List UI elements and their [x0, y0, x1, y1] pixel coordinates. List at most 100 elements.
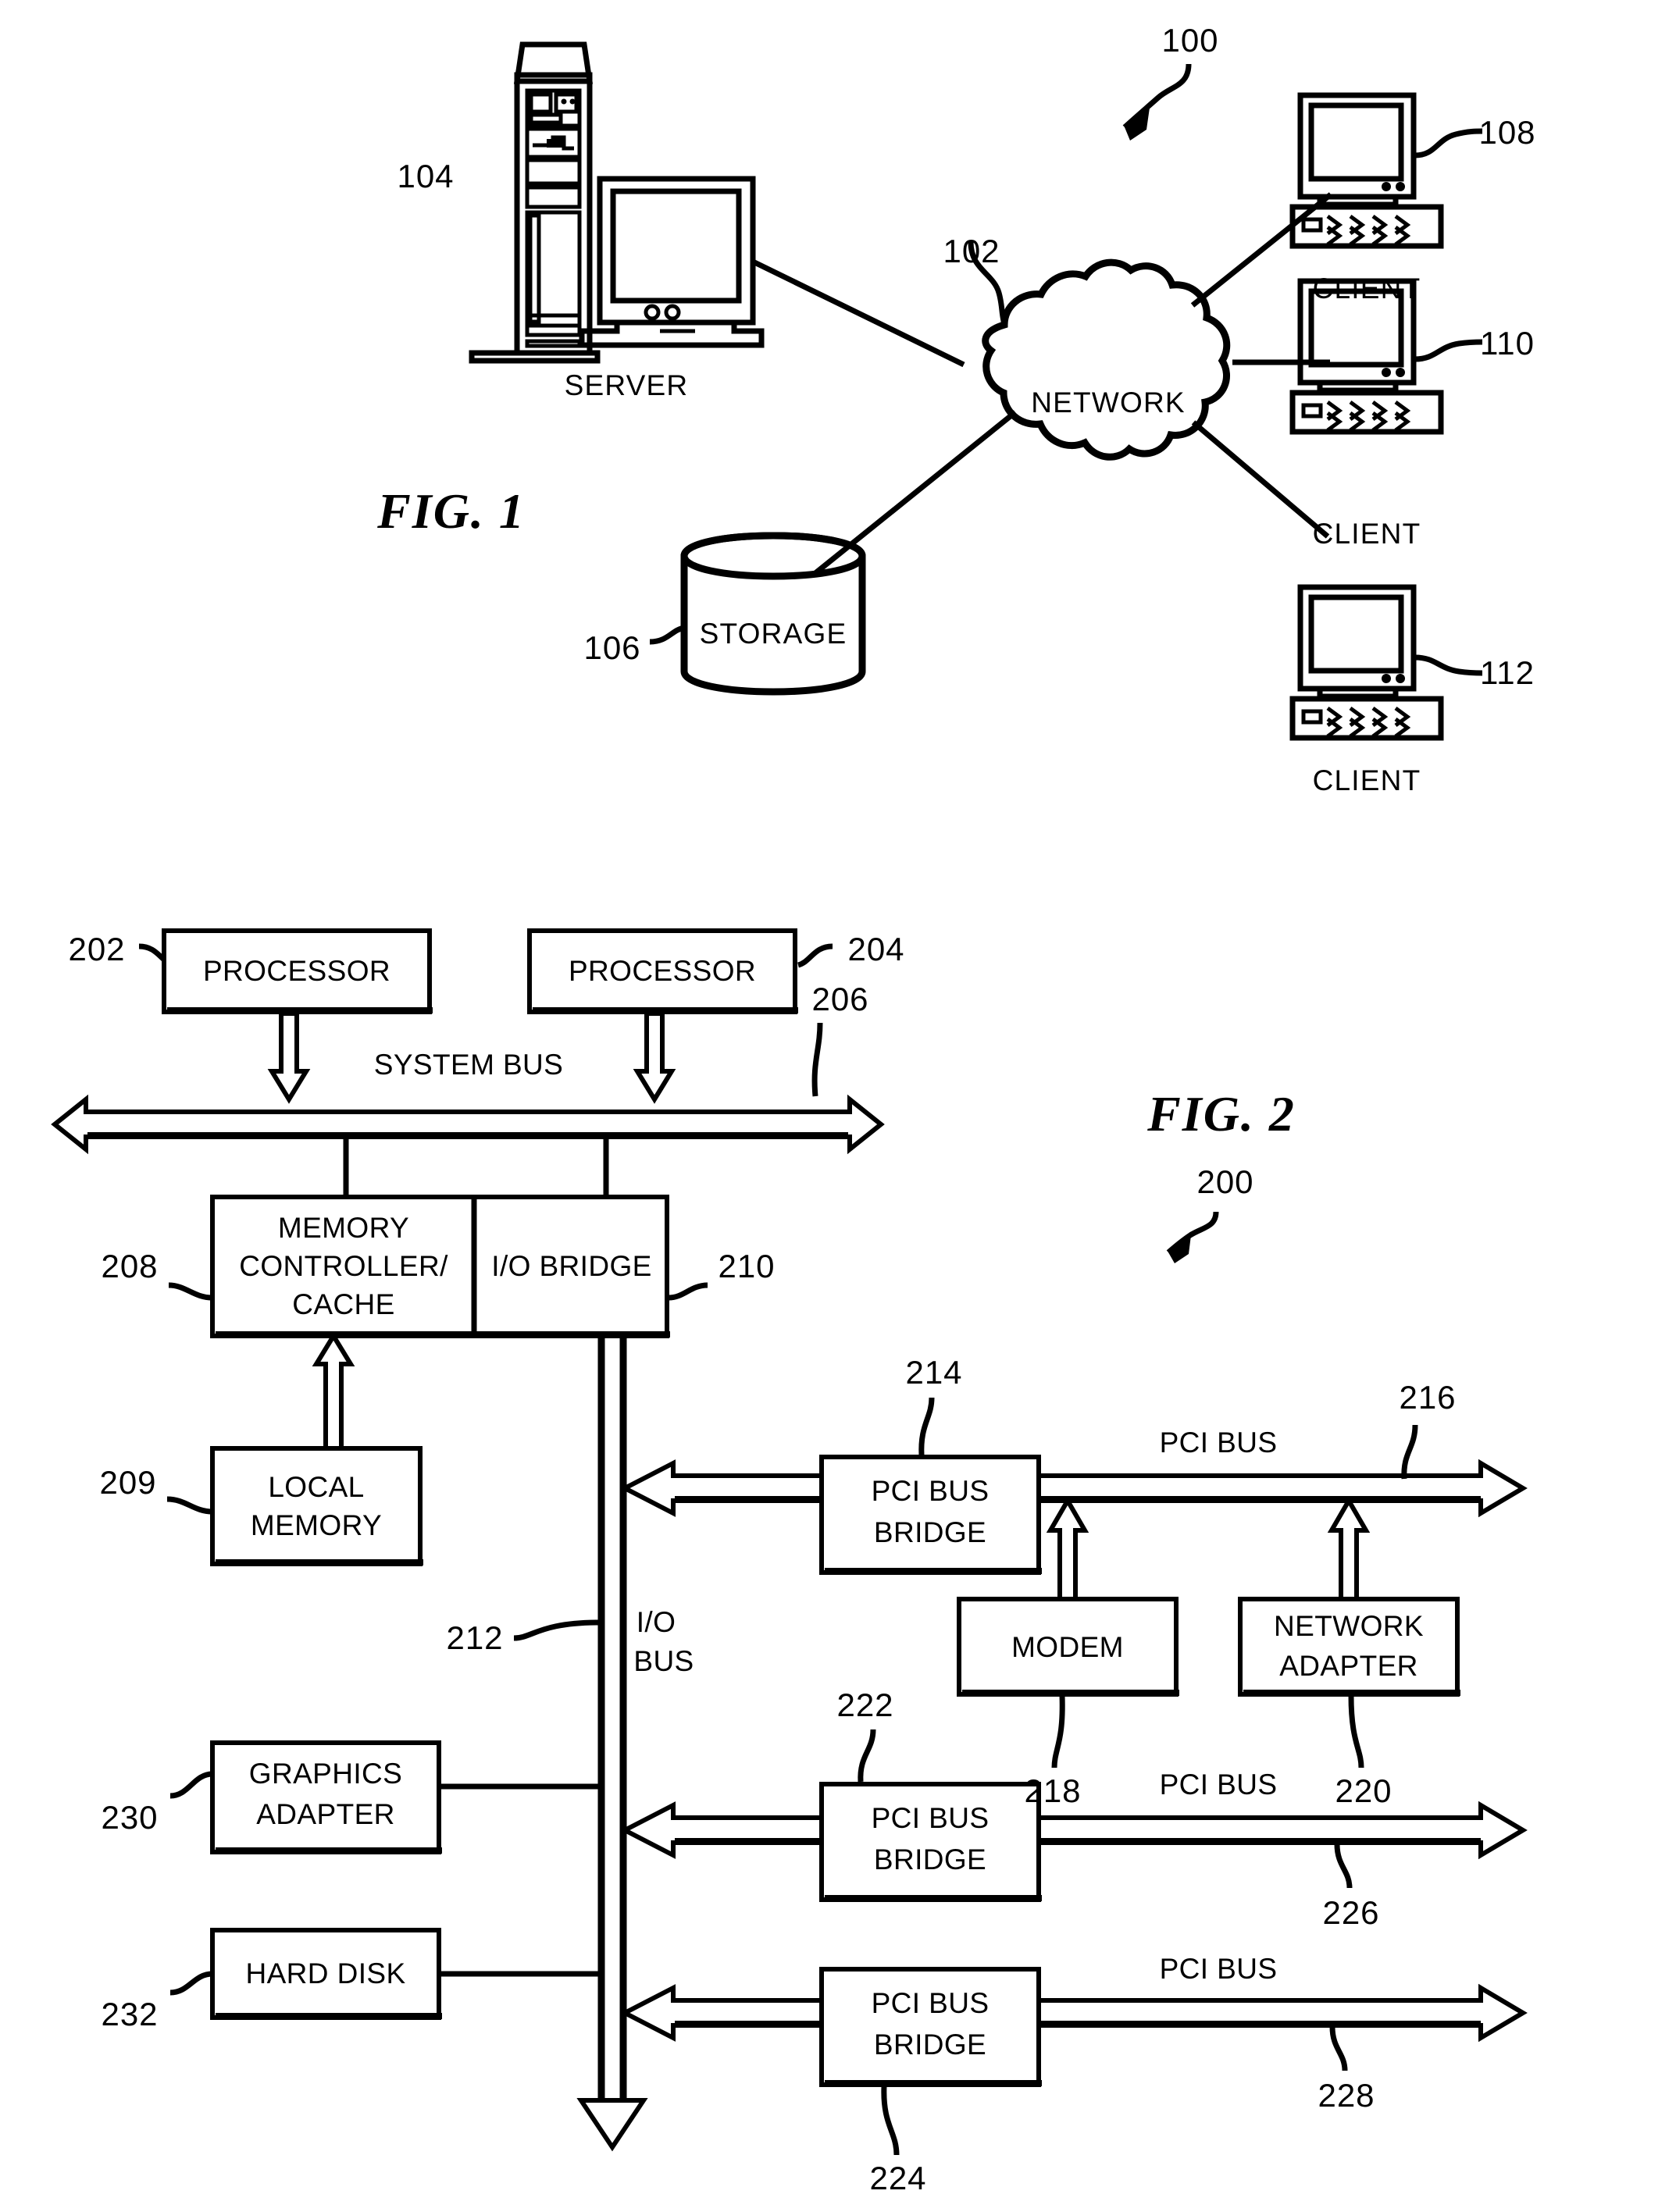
ref-108-leader: [1414, 128, 1483, 159]
link-network-storage: [813, 410, 1018, 575]
ref-110-leader: [1414, 339, 1483, 362]
pci-bridge-1-box-shadow: [825, 1568, 1042, 1574]
ref-label-228: 228: [1318, 2077, 1375, 2114]
ref-230-leader: [169, 1771, 213, 1799]
ref-label-200: 200: [1196, 1163, 1254, 1200]
processor1-box-shadow: [167, 1007, 433, 1013]
processor2-box-shadow: [533, 1007, 798, 1013]
ref-112-leader: [1414, 654, 1483, 676]
local-memory-box: [210, 1446, 423, 1566]
arrow-localmemory-to-memctrl: [312, 1331, 355, 1451]
memory-controller-label-line2: CONTROLLER/: [239, 1250, 448, 1283]
ref-218-leader: [1051, 1695, 1065, 1769]
ref-label-218: 218: [1024, 1772, 1082, 1809]
network-adapter-label-line1: NETWORK: [1274, 1610, 1424, 1643]
ref-label-108: 108: [1478, 114, 1536, 151]
server-tower-icon: [469, 41, 601, 364]
graphics-adapter-label-line1: GRAPHICS: [248, 1758, 403, 1790]
pci-bus-2-arrow: [1036, 1801, 1528, 1860]
arrow-modem-to-pcibus1: [1046, 1496, 1089, 1601]
ref-label-216: 216: [1399, 1379, 1457, 1416]
hard-disk-box-shadow: [216, 2013, 442, 2019]
arrow-processor2-to-bus: [633, 1011, 676, 1104]
network-label: NETWORK: [1031, 386, 1186, 419]
pci-bridge-1-label-line1: PCI BUS: [871, 1475, 990, 1508]
memory-controller-label-line3: CACHE: [292, 1288, 395, 1321]
server-monitor-icon: [579, 176, 765, 348]
arrow-pcibridge2-to-iobus: [619, 1801, 824, 1859]
pci-bus-1-label: PCI BUS: [1159, 1427, 1278, 1459]
ref-208-leader: [168, 1282, 213, 1301]
ref-204-leader: [797, 943, 833, 968]
ref-232-leader: [169, 1971, 213, 1996]
processor1-label: PROCESSOR: [202, 955, 391, 988]
ref-label-102: 102: [943, 233, 1000, 269]
pci-bridge-2-label-line1: PCI BUS: [871, 1802, 990, 1835]
network-cloud-icon: [982, 258, 1231, 461]
ref-216-leader: [1401, 1424, 1418, 1480]
ref-label-230: 230: [101, 1799, 159, 1836]
ref-label-112: 112: [1480, 654, 1535, 691]
arrow-pcibridge3-to-iobus: [619, 1984, 824, 2042]
graphics-adapter-label-line2: ADAPTER: [256, 1798, 395, 1831]
ref-label-226: 226: [1322, 1894, 1380, 1931]
ref-209-leader: [166, 1496, 213, 1515]
arrow-pcibridge1-to-iobus: [619, 1459, 824, 1517]
client2-label: CLIENT: [1312, 518, 1421, 550]
figure-2-caption: FIG. 2: [1147, 1086, 1296, 1142]
drawing-vector-layer: .s { fill:none; stroke:#000; stroke-widt…: [51, 41, 1528, 2156]
figure-1-caption: FIG. 1: [377, 483, 526, 539]
arrow-processor1-to-bus: [267, 1011, 311, 1104]
pci-bus-2-label: PCI BUS: [1159, 1769, 1278, 1801]
memory-controller-label-line1: MEMORY: [277, 1212, 410, 1245]
modem-label: MODEM: [1011, 1631, 1124, 1664]
io-bridge-label: I/O BRIDGE: [491, 1250, 652, 1283]
ref-label-106: 106: [583, 629, 641, 666]
ref-228-leader: [1329, 2026, 1348, 2071]
local-memory-box-shadow: [216, 1559, 423, 1565]
ref-222-leader: [858, 1729, 876, 1783]
graphics-adapter-box-shadow: [216, 1847, 442, 1854]
network-adapter-label-line2: ADAPTER: [1279, 1650, 1418, 1683]
ref-label-232: 232: [101, 1996, 159, 2032]
system-bus-arrow: [51, 1094, 885, 1155]
ref-label-212: 212: [446, 1619, 504, 1656]
ref-214-leader: [918, 1397, 935, 1456]
ref-label-210: 210: [718, 1248, 776, 1284]
ref-224-leader: [881, 2086, 900, 2156]
link-network-client3: [1191, 420, 1330, 539]
ref-label-208: 208: [101, 1248, 159, 1284]
ref-226-leader: [1334, 1843, 1353, 1889]
client3-label: CLIENT: [1312, 764, 1421, 796]
ref-210-leader: [668, 1282, 708, 1301]
storage-label: STORAGE: [699, 618, 847, 650]
pci-bridge-2-box-shadow: [825, 1895, 1042, 1901]
pci-bridge-3-box-shadow: [825, 2080, 1042, 2086]
ref-100-leader: [1122, 63, 1192, 141]
ref-label-110: 110: [1480, 325, 1535, 362]
pci-bus-1-arrow: [1036, 1459, 1528, 1518]
io-bus-vertical: [576, 1336, 648, 2152]
patent-drawing-sheet: .s { fill:none; stroke:#000; stroke-widt…: [0, 0, 1676, 2212]
pci-bridge-3-label-line2: BRIDGE: [873, 2029, 987, 2061]
ref-212-leader: [513, 1619, 601, 1641]
arrow-networkadapter-to-pcibus1: [1327, 1496, 1371, 1601]
ref-106-leader: [649, 625, 686, 645]
ref-label-224: 224: [869, 2160, 927, 2196]
pci-bridge-3-label-line1: PCI BUS: [871, 1987, 990, 2020]
ref-220-leader: [1348, 1695, 1364, 1769]
local-memory-label-line2: MEMORY: [250, 1509, 383, 1542]
pci-bridge-1-label-line2: BRIDGE: [873, 1516, 987, 1549]
client1-label: CLIENT: [1312, 272, 1421, 305]
system-bus-label: SYSTEM BUS: [373, 1049, 564, 1081]
io-bus-label-line1: I/O: [636, 1606, 676, 1639]
pci-bus-3-arrow: [1036, 1983, 1528, 2043]
processor2-label: PROCESSOR: [568, 955, 757, 988]
hard-disk-label: HARD DISK: [245, 1957, 406, 1990]
server-label: SERVER: [564, 369, 689, 401]
client1-computer-icon: [1289, 92, 1444, 249]
modem-box-shadow: [962, 1690, 1179, 1696]
link-server-network: [751, 258, 965, 368]
ref-label-220: 220: [1335, 1772, 1393, 1809]
pci-bus-3-label: PCI BUS: [1159, 1953, 1278, 1986]
